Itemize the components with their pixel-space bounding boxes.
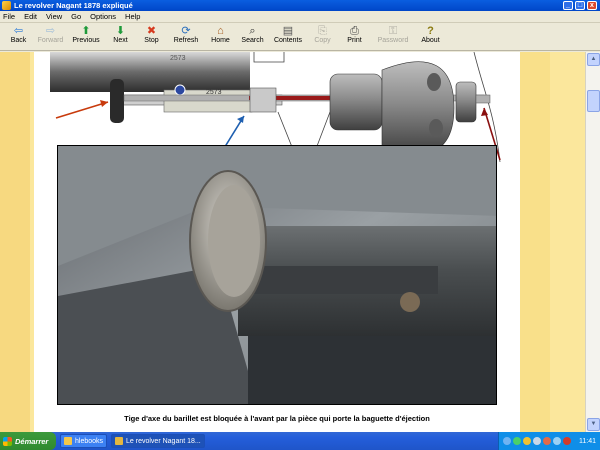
photo-caption: Tige d'axe du barillet est bloquée à l'a… bbox=[124, 414, 430, 423]
stop-icon: ✖ bbox=[146, 25, 157, 37]
folder-icon bbox=[64, 437, 72, 445]
pointer-arrowhead-knob bbox=[100, 100, 108, 107]
frame-top bbox=[50, 52, 250, 92]
question-icon: ? bbox=[427, 25, 434, 37]
scroll-up-button[interactable]: ▲ bbox=[587, 53, 600, 66]
menu-options[interactable]: Options bbox=[90, 12, 116, 21]
copy-icon: ⎘ bbox=[318, 25, 327, 37]
taskbar-item-nagant[interactable]: Le revolver Nagant 18... bbox=[111, 434, 205, 448]
tray-network-icon[interactable] bbox=[513, 437, 521, 445]
menu-bar: File Edit View Go Options Help bbox=[0, 11, 600, 23]
cylinder-flute-1 bbox=[427, 73, 441, 91]
back-arrow-icon: ⇦ bbox=[13, 25, 24, 37]
scroll-thumb[interactable] bbox=[587, 90, 600, 112]
revolver-photo-illustration bbox=[58, 146, 496, 404]
frame-serial-number: 2573 bbox=[170, 55, 186, 62]
revolver-photograph bbox=[57, 145, 497, 405]
start-button[interactable]: Démarrer bbox=[0, 432, 56, 450]
app-icon bbox=[2, 1, 11, 10]
pointer-arrowhead-tip bbox=[481, 108, 488, 116]
forward-button[interactable]: ⇨ Forward bbox=[34, 23, 67, 44]
print-icon: ⎙ bbox=[350, 25, 359, 37]
cylinder-body bbox=[381, 61, 455, 155]
knurled-knob bbox=[110, 79, 124, 123]
password-button[interactable]: ⚿ Password bbox=[371, 23, 415, 44]
axis-bushing bbox=[249, 87, 277, 113]
menu-view[interactable]: View bbox=[46, 12, 62, 21]
tray-app-icon[interactable] bbox=[553, 437, 561, 445]
menu-go[interactable]: Go bbox=[71, 12, 81, 21]
cylinder-flute-2 bbox=[429, 119, 443, 137]
toolbar: ⇦ Back ⇨ Forward ⬆ Previous ⬇ Next ✖ Sto… bbox=[0, 23, 600, 51]
tray-expand-icon[interactable] bbox=[503, 437, 511, 445]
key-icon: ⚿ bbox=[388, 25, 398, 37]
next-button[interactable]: ⬇ Next bbox=[105, 23, 136, 44]
contents-button[interactable]: ▤ Contents bbox=[269, 23, 307, 44]
window-title: Le revolver Nagant 1878 expliqué bbox=[14, 1, 133, 10]
tray-sync-icon[interactable] bbox=[523, 437, 531, 445]
stop-button[interactable]: ✖ Stop bbox=[136, 23, 167, 44]
system-tray: 11:41 bbox=[498, 432, 600, 450]
previous-button[interactable]: ⬆ Previous bbox=[67, 23, 105, 44]
about-button[interactable]: ? About bbox=[415, 23, 446, 44]
taskbar-clock: 11:41 bbox=[579, 437, 596, 445]
tray-shield-icon[interactable] bbox=[563, 437, 571, 445]
minimize-button[interactable]: _ bbox=[563, 1, 573, 10]
menu-edit[interactable]: Edit bbox=[24, 12, 37, 21]
cylinder-front bbox=[329, 73, 383, 131]
scroll-down-button[interactable]: ▼ bbox=[587, 418, 600, 431]
maximize-button[interactable]: □ bbox=[575, 1, 585, 10]
ebook-icon bbox=[115, 437, 124, 445]
search-icon: ⌕ bbox=[249, 25, 256, 37]
knurled-collar-inner bbox=[208, 185, 260, 297]
taskbar: Démarrer hlebooks Le revolver Nagant 18.… bbox=[0, 432, 600, 450]
pointer-arrow-knob bbox=[55, 101, 109, 119]
barrel-rib bbox=[238, 266, 438, 294]
back-button[interactable]: ⇦ Back bbox=[3, 23, 34, 44]
home-button[interactable]: ⌂ Home bbox=[205, 23, 236, 44]
down-arrow-icon: ⬇ bbox=[115, 25, 126, 37]
search-button[interactable]: ⌕ Search bbox=[236, 23, 269, 44]
vertical-scrollbar[interactable]: ▲ ▼ bbox=[585, 52, 600, 432]
cylinder-rear bbox=[455, 81, 477, 123]
tray-volume-icon[interactable] bbox=[533, 437, 541, 445]
refresh-icon: ⟳ bbox=[181, 25, 191, 37]
ejector-tube bbox=[248, 336, 496, 404]
refresh-button[interactable]: ⟳ Refresh bbox=[167, 23, 205, 44]
housing-screw bbox=[174, 84, 186, 96]
taskbar-item-hlebooks[interactable]: hlebooks bbox=[60, 434, 108, 448]
contents-icon: ▤ bbox=[282, 25, 294, 37]
close-button[interactable]: x bbox=[587, 1, 597, 10]
barrel-screw bbox=[400, 292, 420, 312]
menu-help[interactable]: Help bbox=[125, 12, 140, 21]
page-border-left bbox=[0, 52, 30, 432]
app-window: Le revolver Nagant 1878 expliqué _ □ x F… bbox=[0, 0, 600, 432]
pin-tip bbox=[475, 94, 491, 104]
tray-security-icon[interactable] bbox=[543, 437, 551, 445]
page-border-right bbox=[520, 52, 550, 432]
title-bar: Le revolver Nagant 1878 expliqué _ □ x bbox=[0, 0, 600, 11]
copy-button[interactable]: ⎘ Copy bbox=[307, 23, 338, 44]
menu-file[interactable]: File bbox=[3, 12, 15, 21]
print-button[interactable]: ⎙ Print bbox=[338, 23, 371, 44]
windows-flag-icon bbox=[3, 436, 12, 446]
up-arrow-icon: ⬆ bbox=[81, 25, 91, 37]
home-icon: ⌂ bbox=[217, 25, 224, 37]
page-border-right-outer bbox=[550, 52, 585, 432]
forward-arrow-icon: ⇨ bbox=[45, 25, 56, 37]
